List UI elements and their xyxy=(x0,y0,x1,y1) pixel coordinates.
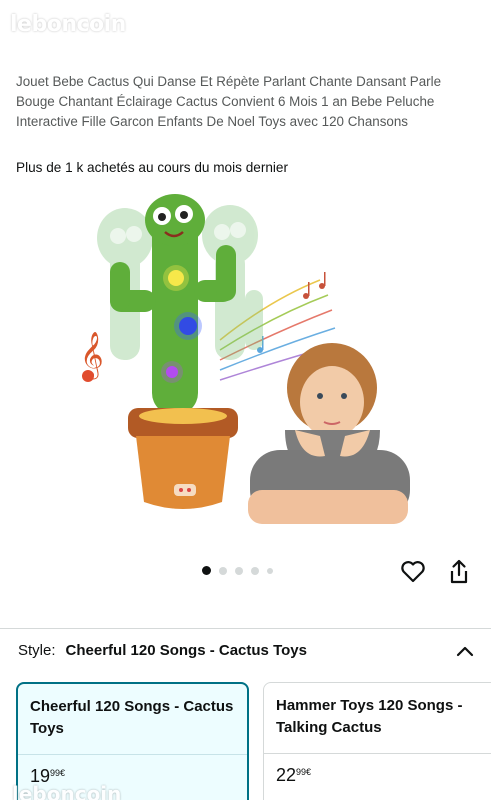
style-option-name: Cheerful 120 Songs - Cactus Toys xyxy=(30,698,234,737)
purchase-count: Plus de 1 k achetés au cours du mois der… xyxy=(16,160,289,175)
child-photo xyxy=(248,343,410,524)
section-divider xyxy=(0,628,491,629)
gallery-pagination[interactable] xyxy=(202,566,273,575)
gallery-dot[interactable] xyxy=(267,567,273,574)
gallery-dot[interactable] xyxy=(235,566,243,575)
share-icon[interactable] xyxy=(444,557,474,587)
product-image[interactable]: 𝄞 xyxy=(70,190,420,530)
style-selector[interactable]: Style: Cheerful 120 Songs - Cactus Toys xyxy=(18,642,478,659)
style-option-price: 2299€ xyxy=(276,765,311,786)
style-option-card[interactable]: Hammer Toys 120 Songs - Talking Cactus 2… xyxy=(263,682,491,800)
style-label: Style: xyxy=(18,642,56,659)
flower-pot xyxy=(128,408,238,509)
price-currency: € xyxy=(60,768,66,778)
style-selected-value: Cheerful 120 Songs - Cactus Toys xyxy=(65,642,307,659)
style-option-name: Hammer Toys 120 Songs - Talking Cactus xyxy=(276,697,463,736)
watermark-logo: leboncoin xyxy=(10,12,126,37)
price-currency: € xyxy=(306,767,312,777)
product-title: Jouet Bebe Cactus Qui Danse Et Répète Pa… xyxy=(16,74,442,129)
heart-icon[interactable] xyxy=(398,557,428,587)
price-fraction: 99 xyxy=(50,768,61,778)
price-fraction: 99 xyxy=(296,767,307,777)
watermark-logo: leboncoin xyxy=(12,782,122,800)
gallery-dot[interactable] xyxy=(219,566,227,575)
price-whole: 22 xyxy=(276,765,297,785)
chevron-up-icon[interactable] xyxy=(453,640,477,664)
gallery-dot[interactable] xyxy=(202,566,211,575)
card-divider xyxy=(18,754,247,755)
card-divider xyxy=(264,753,491,754)
gallery-dot[interactable] xyxy=(251,566,259,575)
